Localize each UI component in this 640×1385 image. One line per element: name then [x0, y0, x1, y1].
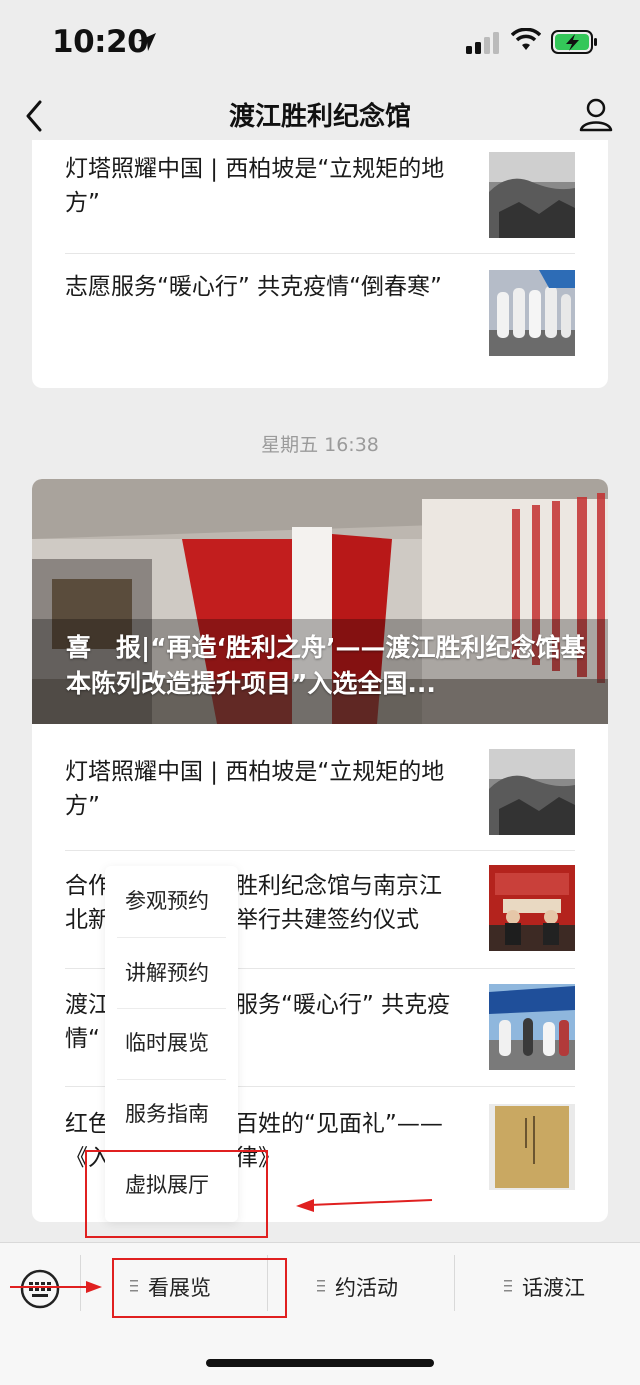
article-title: 灯塔照耀中国 | 西柏坡是“立规矩的地方”	[65, 156, 445, 216]
menu-lines-icon	[504, 1280, 512, 1292]
location-arrow-icon	[138, 33, 156, 51]
article-thumbnail	[489, 152, 575, 238]
hero-article-title: 喜 报|“再造‘胜利之舟’——渡江胜利纪念馆基本陈列改造提升项目”入选全国...	[66, 633, 586, 698]
status-time: 10:20	[52, 24, 149, 60]
page-title: 渡江胜利纪念馆	[228, 102, 411, 132]
menu-item-temporary-exhibition[interactable]: 临时展览	[105, 1008, 238, 1079]
list-item[interactable]: 灯塔照耀中国 | 西柏坡是“立规矩的地方”	[65, 749, 575, 855]
list-item[interactable]: 灯塔照耀中国 | 西柏坡是“立规矩的地方”	[65, 152, 575, 252]
tab-label: 约活动	[335, 1276, 398, 1300]
menu-item-guide-booking[interactable]: 讲解预约	[105, 938, 238, 1009]
article-title-tail: 百姓的“见面礼”—— 律》	[235, 1111, 443, 1171]
tab-dujiang[interactable]: 话渡江	[455, 1243, 640, 1331]
menu-lines-icon	[317, 1280, 325, 1292]
divider	[65, 253, 575, 254]
article-title-tail: 胜利纪念馆与南京江 举行共建签约仪式	[235, 873, 442, 933]
tab-activities[interactable]: 约活动	[268, 1243, 454, 1331]
battery-charging-icon	[551, 30, 597, 54]
annotation-box-virtual-hall	[85, 1150, 268, 1238]
profile-icon[interactable]	[578, 96, 614, 134]
article-thumbnail	[489, 749, 575, 835]
article-thumbnail	[489, 865, 575, 951]
article-title: 灯塔照耀中国 | 西柏坡是“立规矩的地方”	[65, 759, 445, 819]
list-item[interactable]: 志愿服务“暖心行” 共克疫情“倒春寒”	[65, 270, 575, 370]
menu-item-visit-booking[interactable]: 参观预约	[105, 866, 238, 937]
article-thumbnail	[489, 1104, 575, 1190]
wifi-icon	[511, 28, 541, 50]
divider	[65, 850, 575, 851]
article-title-tail: 服务“暖心行” 共克疫	[235, 992, 451, 1018]
status-bar: 10:20	[0, 0, 640, 88]
article-title: 志愿服务“暖心行” 共克疫情“倒春寒”	[65, 274, 442, 300]
article-thumbnail	[489, 270, 575, 356]
keyboard-icon[interactable]	[20, 1269, 60, 1309]
hero-article[interactable]: 喜 报|“再造‘胜利之舟’——渡江胜利纪念馆基本陈列改造提升项目”入选全国...	[32, 479, 608, 724]
nav-bar: 渡江胜利纪念馆	[0, 88, 640, 148]
message-timestamp: 星期五 16:38	[261, 434, 379, 456]
article-card-previous: 灯塔照耀中国 | 西柏坡是“立规矩的地方” 志愿服务“暖心行” 共克疫情“倒春寒…	[32, 140, 608, 388]
tab-label: 话渡江	[522, 1276, 585, 1300]
home-indicator	[206, 1359, 434, 1367]
menu-item-service-guide[interactable]: 服务指南	[105, 1079, 238, 1150]
annotation-box-exhibition-tab	[112, 1258, 287, 1318]
cellular-signal-icon	[466, 32, 499, 54]
article-thumbnail	[489, 984, 575, 1070]
